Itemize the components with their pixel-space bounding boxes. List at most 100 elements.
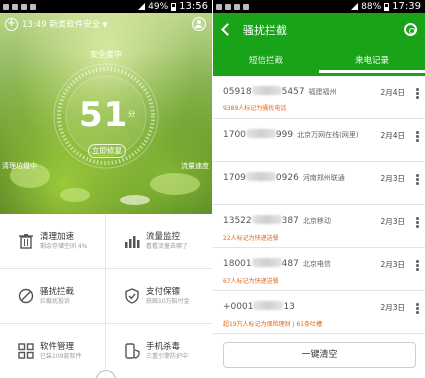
- notification-icons: [213, 3, 249, 10]
- clear-all-button[interactable]: 一键清空: [223, 342, 416, 368]
- more-options-icon[interactable]: [416, 88, 419, 100]
- phone-number-suffix: 999: [275, 130, 294, 140]
- feature-subtitle: 看看流量去哪了: [146, 242, 189, 250]
- notification-icon: [21, 3, 27, 10]
- feature-antivirus[interactable]: 手机杀毒 三重引擎防护中: [106, 324, 212, 378]
- signal-icon: [138, 3, 146, 10]
- score-unit: 分: [128, 110, 135, 118]
- call-date: 2月3日: [380, 303, 405, 312]
- phone-number-prefix: +0001: [223, 302, 254, 312]
- status-time: 17:39: [392, 1, 421, 12]
- security-hero: + 13:49 新类软件安全 ▼ 安全度中 51 分 立即修复 清理垃圾中 流量速…: [0, 13, 212, 214]
- call-date: 2月3日: [380, 217, 405, 226]
- masked-digits: [245, 172, 276, 181]
- phone-number-prefix: 18001: [223, 259, 252, 269]
- masked-digits: [251, 258, 282, 267]
- feature-payment[interactable]: 支付保镖 获赔10万赔付金: [106, 269, 212, 324]
- caller-location: 福建福州: [308, 88, 337, 96]
- caller-tag: 超19万人标记为保险理财 | 61条吐槽: [223, 321, 323, 328]
- apps-icon: [18, 343, 34, 359]
- feature-title: 支付保镖: [146, 286, 181, 297]
- feature-subtitle: 剩余存储空间 4%: [40, 242, 88, 250]
- phone-number-prefix: 1700: [223, 130, 246, 140]
- security-title[interactable]: 13:49 新类软件安全 ▼: [22, 18, 108, 30]
- feature-block[interactable]: 骚扰拦截 拦截扰投诉: [0, 269, 106, 324]
- plus-icon[interactable]: +: [5, 17, 18, 31]
- more-options-icon[interactable]: [416, 131, 419, 143]
- battery-icon: [384, 2, 390, 11]
- battery-icon: [171, 2, 177, 11]
- feature-subtitle: 已装109款软件: [40, 352, 82, 360]
- feature-subtitle: 拦截扰投诉: [40, 297, 71, 305]
- notification-icon: [216, 3, 222, 10]
- list-item[interactable]: +0001 13 2月3日 超19万人标记为保险理财 | 61条吐槽: [213, 291, 425, 334]
- feature-title: 流量监控: [146, 231, 181, 242]
- more-options-icon[interactable]: [416, 217, 419, 229]
- phone-number-suffix: 487: [281, 259, 299, 269]
- right-screen: 88% 17:39 骚扰拦截 短信拦截 来电记录 05918 5457 福建福州 2…: [213, 0, 425, 378]
- battery-percent: 49%: [148, 1, 169, 12]
- notification-icon: [225, 3, 231, 10]
- notification-icon: [234, 3, 240, 10]
- phone-number-prefix: 13522: [223, 216, 252, 226]
- traffic-status: 流量速度: [181, 162, 209, 170]
- feature-title: 手机杀毒: [146, 341, 181, 352]
- caller-location: 河南郑州联通: [302, 174, 345, 182]
- cleanup-status: 清理垃圾中: [2, 162, 37, 170]
- hero-header: + 13:49 新类软件安全 ▼: [0, 13, 212, 35]
- phone-shield-icon: [124, 343, 140, 359]
- header-title: 13:49 新类软件安全: [22, 20, 101, 30]
- feature-cleanup[interactable]: 清理加速 剩余存储空间 4%: [0, 214, 106, 269]
- status-bar: 88% 17:39: [213, 0, 425, 13]
- call-date: 2月3日: [380, 260, 405, 269]
- phone-number-prefix: 05918: [223, 87, 252, 97]
- notification-icon: [30, 3, 36, 10]
- tab-call-log[interactable]: 来电记录: [319, 53, 425, 73]
- bar-chart-icon: [124, 233, 140, 249]
- feature-title: 软件管理: [40, 341, 75, 352]
- masked-digits: [251, 86, 282, 95]
- masked-digits: [253, 301, 284, 310]
- masked-digits: [245, 129, 276, 138]
- list-item[interactable]: 1709 0926 河南郑州联通 2月3日: [213, 162, 425, 205]
- feature-apps[interactable]: 软件管理 已装109款软件: [0, 324, 106, 378]
- notification-icon: [243, 3, 249, 10]
- notification-icon: [3, 3, 9, 10]
- more-options-icon[interactable]: [416, 174, 419, 186]
- avatar-icon[interactable]: [192, 17, 206, 31]
- list-item[interactable]: 18001 487 北京电信 2月3日 67人标记为快递送餐: [213, 248, 425, 291]
- notification-icons: [0, 3, 36, 10]
- list-item[interactable]: 1700 999 北京万网在线(网里) 2月4日: [213, 119, 425, 162]
- call-date: 2月4日: [380, 88, 405, 97]
- more-options-icon[interactable]: [416, 260, 419, 272]
- caller-location: 北京移动: [302, 217, 331, 225]
- feature-title: 骚扰拦截: [40, 286, 75, 297]
- phone-number-suffix: 13: [283, 302, 295, 312]
- feature-subtitle: 三重引擎防护中: [146, 352, 189, 360]
- safety-label: 安全度中: [90, 50, 122, 59]
- caller-tag: 22人标记为快递送餐: [223, 235, 279, 242]
- fix-now-button[interactable]: 立即修复: [88, 144, 126, 158]
- block-icon: [18, 288, 34, 304]
- feature-subtitle: 获赔10万赔付金: [146, 297, 190, 305]
- trash-icon: [18, 233, 34, 249]
- caller-tag: 67人标记为快递送餐: [223, 278, 279, 285]
- call-date: 2月4日: [380, 131, 405, 140]
- more-options-icon[interactable]: [416, 303, 419, 315]
- left-screen: 49% 13:56 + 13:49 新类软件安全 ▼ 安全度中 51 分 立即修复…: [0, 0, 212, 378]
- security-score: 51: [79, 95, 129, 135]
- tab-sms-block[interactable]: 短信拦截: [213, 53, 319, 73]
- notification-icon: [12, 3, 18, 10]
- feature-traffic[interactable]: 流量监控 看看流量去哪了: [106, 214, 212, 269]
- battery-percent: 88%: [361, 1, 382, 12]
- gear-icon[interactable]: [404, 23, 417, 36]
- back-arrow-icon[interactable]: [221, 23, 234, 36]
- list-item[interactable]: 13522 387 北京移动 2月3日 22人标记为快递送餐: [213, 205, 425, 248]
- chevron-down-icon: ▼: [102, 21, 108, 29]
- phone-number-suffix: 5457: [281, 87, 305, 97]
- list-item[interactable]: 05918 5457 福建福州 2月4日 9389人标记为骚扰电话: [213, 76, 425, 119]
- caller-location: 北京电信: [302, 260, 331, 268]
- caller-tag: 9389人标记为骚扰电话: [223, 105, 287, 112]
- feature-title: 清理加速: [40, 231, 75, 242]
- feature-grid: 清理加速 剩余存储空间 4% 流量监控 看看流量去哪了 骚扰拦截 拦截扰投诉 支付保镖…: [0, 214, 212, 378]
